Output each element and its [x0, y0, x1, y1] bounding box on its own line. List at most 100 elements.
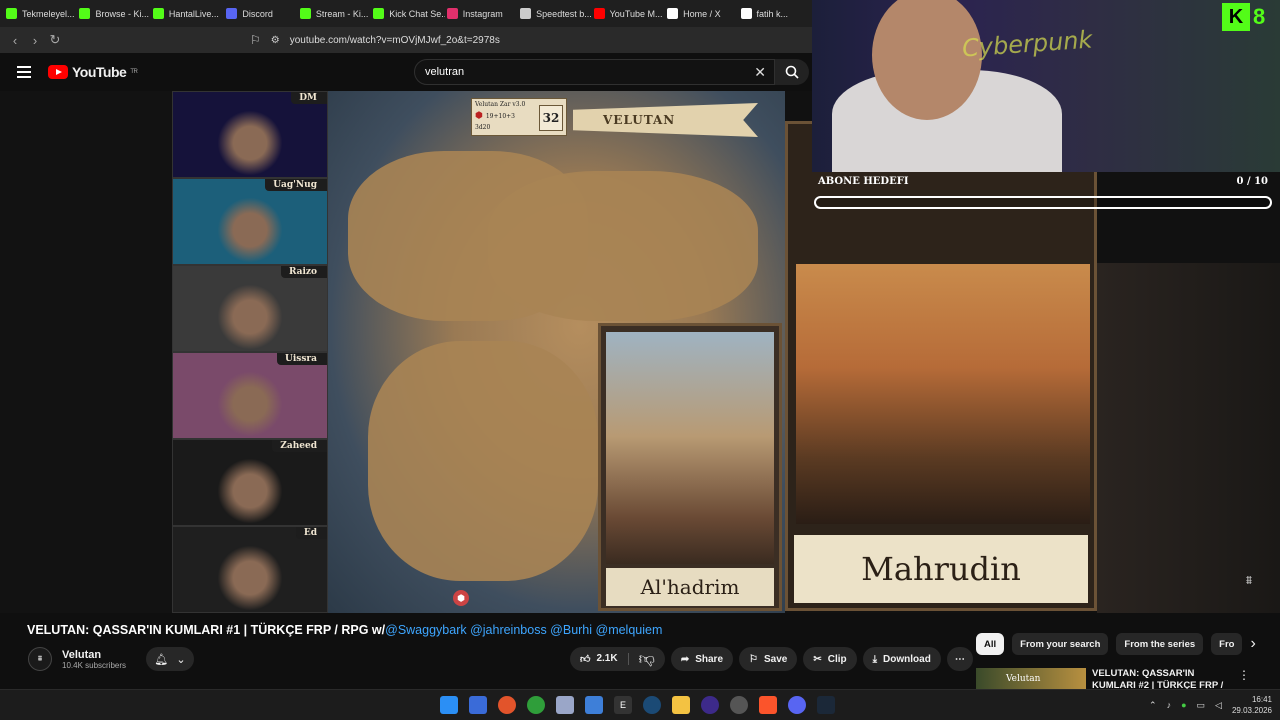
search-button[interactable] [775, 59, 809, 85]
xbox-icon[interactable] [527, 696, 545, 714]
bookmark-label: YouTube M... [609, 8, 663, 19]
bookmarks-bar: Tekmeleyel... Browse - Ki... HantalLive...… [0, 0, 812, 27]
clip-button[interactable]: ✂ Clip [803, 647, 857, 671]
subscribed-button[interactable]: 🔔︎ ⌄ [146, 647, 194, 671]
like-count: 2.1K [596, 653, 618, 664]
search-icon [785, 65, 799, 79]
video-title-mentions[interactable]: @Swaggybark @jahreinboss @Burhi @melquie… [385, 623, 662, 637]
instagram-icon [446, 8, 458, 19]
filter-chip[interactable]: Fro [1211, 633, 1243, 655]
video-info: VELUTAN: QASSAR'IN KUMLARI #1 | TÜRKÇE F… [0, 613, 1280, 703]
more-dots-icon: ⋯ [954, 653, 965, 665]
like-button[interactable]: 👍︎ 2.1K [570, 653, 629, 665]
kick-logo-icon: K [1222, 3, 1250, 31]
more-actions-button[interactable]: ⋯ [946, 647, 973, 671]
filter-chip[interactable]: All [976, 633, 1005, 655]
search-input[interactable]: velutran ✕ [414, 59, 775, 85]
player-cam: Zaheed [172, 439, 328, 526]
kick-badge-count: 8 [1253, 4, 1266, 29]
network-icon[interactable]: ▭ [1197, 700, 1206, 711]
filter-chip[interactable]: From your search [1012, 633, 1109, 655]
discord-icon [226, 8, 238, 19]
filter-chip[interactable]: From the series [1116, 633, 1204, 655]
save-button[interactable]: ⚐ Save [739, 647, 798, 671]
remote-icon[interactable] [585, 696, 603, 714]
taskbar-apps: E [440, 696, 835, 714]
player-name: Zaheed [272, 440, 327, 452]
clock-date: 29.03.2026 [1231, 706, 1272, 715]
brave-browser-icon[interactable] [759, 696, 777, 714]
bookmark-item[interactable]: fatih k... [740, 8, 812, 19]
store-icon[interactable] [469, 696, 487, 714]
thumbs-up-icon: 👍︎ [580, 654, 591, 665]
channel-info: ⩩ Velutan 10.4K subscribers [28, 647, 126, 671]
speaker-icon[interactable]: ♪ [1167, 700, 1172, 710]
cyberpunk-poster-text: Cyberpunk [961, 25, 1094, 63]
discord-taskbar-icon[interactable] [788, 696, 806, 714]
bookmark-icon[interactable]: ⚐ [250, 33, 261, 47]
bookmark-item[interactable]: Tekmeleyel... [6, 8, 77, 19]
bookmark-item[interactable]: Speedtest b... [520, 8, 592, 19]
youtube-play-icon [48, 65, 68, 79]
related-thumbnail[interactable]: Velutan [976, 668, 1086, 690]
file-explorer-icon[interactable] [672, 696, 690, 714]
reload-icon[interactable]: ↻ [45, 32, 65, 48]
player-name: DM [291, 92, 327, 104]
back-icon[interactable]: ‹ [5, 33, 25, 48]
settings-icon[interactable] [730, 696, 748, 714]
download-button[interactable]: ⤓ Download [862, 647, 941, 671]
microphone-icon[interactable]: ● [1181, 700, 1186, 710]
bookmark-item[interactable]: Discord [226, 8, 297, 19]
chevron-right-icon[interactable]: › [1250, 635, 1255, 653]
player-name: Ed [295, 527, 327, 539]
channel-watermark-icon[interactable]: ⩩ [1238, 573, 1260, 595]
video-actions: 👍︎ 2.1K 👎︎ ➦ Share ⚐ Save ✂ Clip ⤓ Download ⋯ [570, 647, 973, 671]
map-continent-south [368, 341, 598, 581]
bookmark-item[interactable]: HantalLive... [152, 8, 224, 19]
bookmark-item[interactable]: Kick Chat Se... [373, 8, 445, 19]
sub-goal-count: 0 / 10 [1236, 176, 1269, 187]
bell-icon: 🔔︎ [154, 653, 169, 666]
kick-badge: K 8 [1222, 0, 1280, 34]
site-info-icon[interactable]: ⚙ [271, 35, 280, 46]
epic-games-icon[interactable]: E [614, 696, 632, 714]
steam-icon[interactable] [643, 696, 661, 714]
player-cam: DM [172, 91, 328, 178]
clear-search-icon[interactable]: ✕ [754, 64, 766, 81]
bookmark-label: Home / X [683, 8, 721, 19]
youtube-icon [593, 8, 605, 19]
steam-taskbar-icon[interactable] [817, 696, 835, 714]
windows-start-icon[interactable] [440, 696, 458, 714]
clip-label: Clip [827, 653, 847, 665]
dislike-button[interactable]: 👎︎ [629, 650, 665, 669]
clock[interactable]: 16:41 29.03.2026 [1232, 694, 1272, 716]
bookmark-item[interactable]: Browse - Ki... [79, 8, 150, 19]
channel-avatar[interactable]: ⩩ [28, 647, 52, 671]
kick-icon [373, 8, 385, 19]
character-card-alhadrim: Al'hadrim [598, 323, 782, 611]
bookmark-item[interactable]: Instagram [446, 8, 518, 19]
tray-chevron-icon[interactable]: ⌃ [1149, 700, 1157, 711]
player-name: Uag'Nug [265, 179, 327, 191]
bookmark-item[interactable]: Home / X [667, 8, 738, 19]
video-left-margin [0, 91, 172, 613]
bookmark-item[interactable]: YouTube M... [593, 8, 665, 19]
notepad-icon[interactable] [556, 696, 574, 714]
browser-nav-bar: ‹ › ↻ ⚐ ⚙ youtube.com/watch?v=mOVjMJwf_2… [0, 27, 812, 53]
volume-icon[interactable]: ◁ [1215, 700, 1222, 711]
player-name: Uissra [277, 353, 327, 365]
url-text[interactable]: youtube.com/watch?v=mOVjMJwf_2o&t=2978s [290, 35, 500, 46]
forward-icon[interactable]: › [25, 33, 45, 48]
youtube-logo[interactable]: YouTube TR [48, 64, 138, 80]
character-name-right: Mahrudin [794, 535, 1088, 603]
share-button[interactable]: ➦ Share [670, 647, 734, 671]
x-icon [667, 8, 679, 19]
clock-time: 16:41 [1251, 695, 1272, 704]
obs-icon[interactable] [701, 696, 719, 714]
channel-name[interactable]: Velutan [62, 649, 126, 661]
bookmark-item[interactable]: Stream - Ki... [299, 8, 371, 19]
hamburger-menu-icon[interactable] [17, 66, 31, 78]
address-bar[interactable]: ⚐ ⚙ youtube.com/watch?v=mOVjMJwf_2o&t=29… [250, 33, 810, 47]
app-orange-icon[interactable] [498, 696, 516, 714]
bookmark-label: Speedtest b... [536, 8, 592, 19]
